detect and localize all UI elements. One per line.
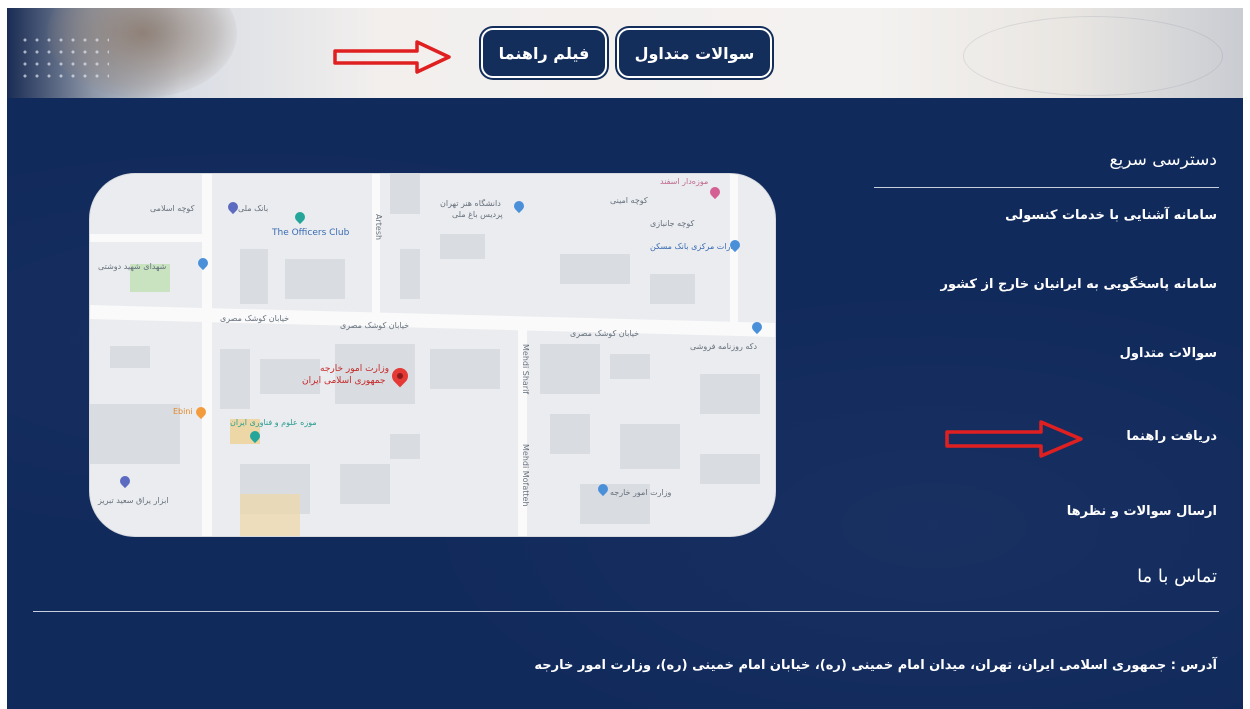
map-label: وزارت امور خارجه xyxy=(320,364,390,374)
location-map[interactable]: The Officers Club بانک ملی دانشگاه هنر ت… xyxy=(89,173,776,537)
map-label: خیابان کوشک مصری xyxy=(570,329,640,338)
map-block xyxy=(550,414,590,454)
map-block xyxy=(440,234,485,259)
link-get-guide[interactable]: دریافت راهنما xyxy=(1126,429,1217,444)
quick-access-title: دسترسی سریع xyxy=(1109,150,1217,170)
map-label: شهدای شهید دوشتی xyxy=(98,262,167,271)
hero-dot-pattern xyxy=(19,34,109,84)
map-block xyxy=(700,374,760,414)
map-block xyxy=(560,254,630,284)
map-label: کوچه امینی xyxy=(610,196,648,205)
club-pin-icon[interactable] xyxy=(292,209,308,225)
map-block xyxy=(110,346,150,368)
map-block xyxy=(700,454,760,484)
map-block xyxy=(390,434,420,459)
footer-panel: دسترسی سریع سامانه آشنایی با خدمات کنسول… xyxy=(7,98,1243,709)
map-road xyxy=(202,174,212,536)
map-label: خیابان کوشک مصری xyxy=(220,314,290,323)
university-pin-icon[interactable] xyxy=(511,198,527,214)
map-block xyxy=(540,344,600,394)
map-road xyxy=(90,305,775,337)
museum-pin-icon[interactable] xyxy=(707,184,723,200)
map-road xyxy=(90,234,202,242)
map-label: کوچه اسلامی xyxy=(150,204,195,213)
map-block xyxy=(620,424,680,469)
map-label: پردیس باغ ملی xyxy=(452,210,503,219)
map-label: وزارت امور خارجه xyxy=(610,488,672,497)
hero-banner: فیلم راهنما سوالات متداول xyxy=(7,8,1243,98)
map-label: The Officers Club xyxy=(272,228,350,238)
map-block xyxy=(240,249,268,304)
map-label: Artesh xyxy=(374,214,383,241)
link-expat-support[interactable]: سامانه پاسخگویی به ایرانیان خارج از کشور xyxy=(941,277,1217,292)
map-block xyxy=(340,464,390,504)
map-label: بانک ملی xyxy=(238,204,269,213)
red-arrow-icon xyxy=(945,420,1085,458)
map-label: دانشگاه هنر تهران xyxy=(440,199,501,208)
link-faq[interactable]: سوالات متداول xyxy=(1120,346,1217,361)
map-label: دکه روزنامه فروشی xyxy=(690,342,758,351)
contact-divider xyxy=(33,611,1219,612)
map-block xyxy=(285,259,345,299)
map-label: موزه علوم و فناوری ایران xyxy=(230,418,317,427)
map-label: ادارات مرکزی بانک مسکن xyxy=(650,242,739,251)
map-label: خیابان کوشک مصری xyxy=(340,321,410,330)
map-label: کوچه جانبازی xyxy=(650,219,695,228)
contact-title: تماس با ما xyxy=(1137,566,1217,587)
video-guide-button[interactable]: فیلم راهنما xyxy=(481,28,607,78)
map-block xyxy=(90,404,180,464)
hero-ornament xyxy=(963,16,1223,96)
map-block xyxy=(610,354,650,379)
link-consular-services[interactable]: سامانه آشنایی با خدمات کنسولی xyxy=(1005,208,1217,223)
link-send-feedback[interactable]: ارسال سوالات و نظرها xyxy=(1067,504,1217,519)
map-block xyxy=(400,249,420,299)
shop-pin-icon[interactable] xyxy=(117,473,133,489)
map-label: موزه‌دار اسفند xyxy=(660,177,709,186)
quick-access-divider xyxy=(874,187,1219,188)
map-block xyxy=(220,349,250,409)
red-arrow-icon xyxy=(333,40,453,74)
map-road xyxy=(372,174,380,324)
map-label: جمهوری اسلامی ایران xyxy=(302,376,386,386)
map-block xyxy=(240,494,300,536)
map-label: Mehdi Mofatteh xyxy=(521,444,530,507)
map-label: Mehdi Sharif xyxy=(521,344,530,395)
map-label: Ebini xyxy=(173,407,193,416)
contact-address: آدرس : جمهوری اسلامی ایران، تهران، میدان… xyxy=(534,658,1217,673)
faq-button[interactable]: سوالات متداول xyxy=(617,28,772,78)
map-label: ابزار یراق سعید تبریز xyxy=(98,496,169,505)
map-block xyxy=(650,274,695,304)
page-frame: فیلم راهنما سوالات متداول دسترسی سریع سا… xyxy=(7,8,1243,709)
map-block xyxy=(390,174,420,214)
map-block xyxy=(430,349,500,389)
